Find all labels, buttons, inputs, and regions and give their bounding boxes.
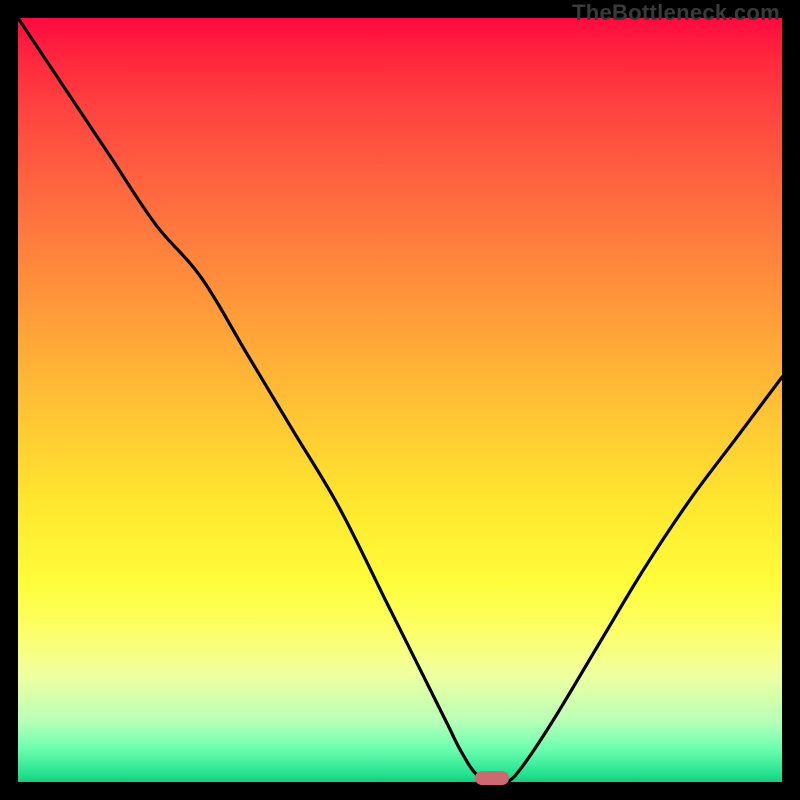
chart-frame: TheBottleneck.com [0,0,800,800]
optimal-point-marker [475,771,509,785]
watermark-text: TheBottleneck.com [572,0,780,26]
bottleneck-curve [18,18,782,782]
plot-area [18,18,782,782]
